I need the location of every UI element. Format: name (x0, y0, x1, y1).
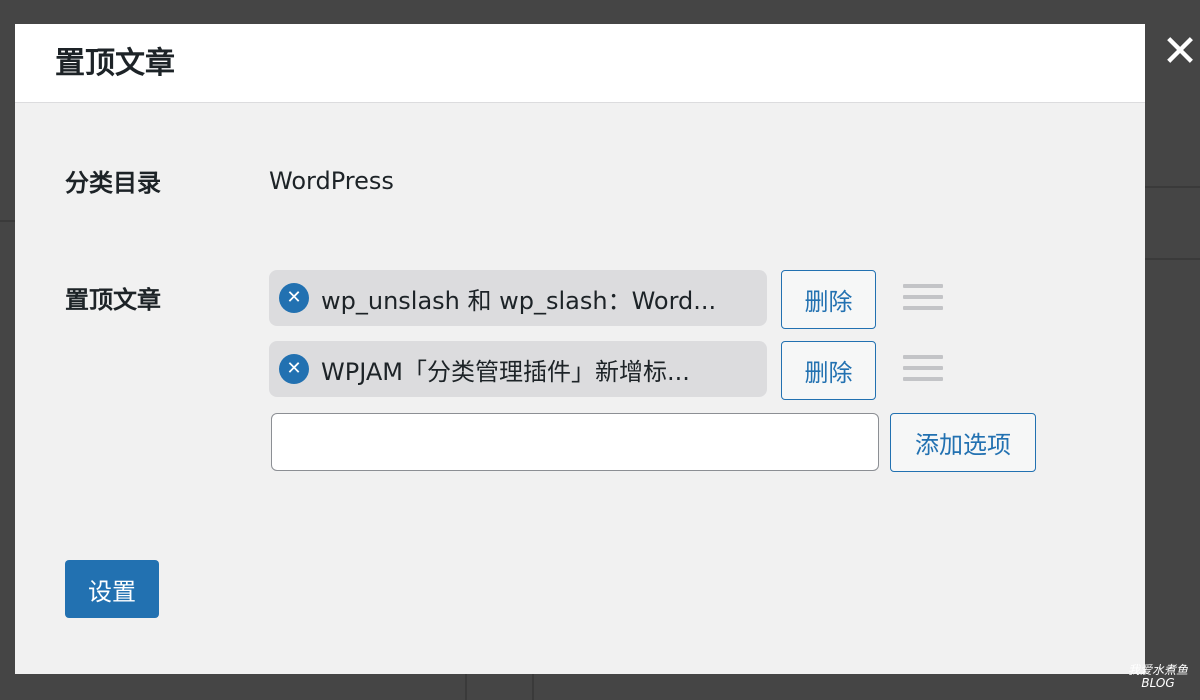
close-circle-icon[interactable]: ✕ (279, 283, 309, 313)
sticky-posts-label: 置顶文章 (65, 286, 161, 314)
sticky-posts-dialog: 置顶文章 分类目录 WordPress 置顶文章 ✕ wp_unslash 和 … (15, 24, 1145, 674)
background-line (1145, 186, 1200, 188)
sticky-post-title: WPJAM「分类管理插件」新增标... (321, 357, 690, 386)
watermark-line: BLOG (1141, 676, 1175, 690)
submit-button[interactable]: 设置 (65, 560, 159, 618)
new-option-input[interactable] (271, 413, 879, 471)
add-option-button[interactable]: 添加选项 (890, 413, 1036, 472)
drag-handle-icon[interactable] (903, 284, 943, 314)
category-value: WordPress (269, 167, 394, 195)
category-label: 分类目录 (65, 169, 161, 197)
remove-item-button[interactable]: 删除 (781, 270, 876, 329)
dialog-header: 置顶文章 (15, 24, 1145, 103)
background-line (465, 674, 467, 700)
background-line (532, 674, 534, 700)
sticky-post-chip: ✕ wp_unslash 和 wp_slash：Word... (269, 270, 767, 326)
sticky-post-chip: ✕ WPJAM「分类管理插件」新增标... (269, 341, 767, 397)
sticky-post-title: wp_unslash 和 wp_slash：Word... (321, 286, 717, 315)
dialog-title: 置顶文章 (55, 46, 175, 81)
close-icon[interactable]: ✕ (1158, 30, 1200, 74)
close-circle-icon[interactable]: ✕ (279, 354, 309, 384)
background-line (0, 220, 15, 222)
drag-handle-icon[interactable] (903, 355, 943, 385)
watermark: 我爱水煮鱼 BLOG (1128, 664, 1188, 690)
remove-item-button[interactable]: 删除 (781, 341, 876, 400)
background-line (1145, 258, 1200, 260)
